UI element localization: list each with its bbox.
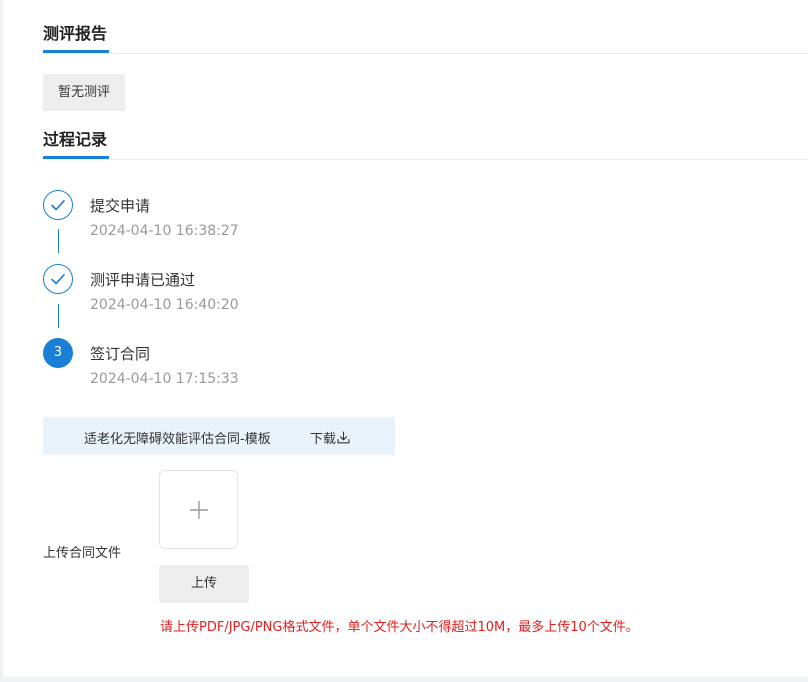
upload-button[interactable]: 上传 [159, 565, 249, 603]
download-link[interactable]: 下载 [310, 428, 350, 447]
step-3-time: 2024-04-10 17:15:33 [90, 371, 239, 387]
step-2-time: 2024-04-10 16:40:20 [90, 297, 239, 313]
no-report-button[interactable]: 暂无测评 [43, 74, 125, 111]
process-section-header: 过程记录 [43, 128, 808, 160]
report-section-title: 测评报告 [43, 22, 110, 53]
upload-contract-label: 上传合同文件 [43, 546, 122, 561]
download-label: 下载 [310, 432, 337, 447]
contract-template-bar: 适老化无障碍效能评估合同-模板 下载 [43, 417, 395, 455]
step-3-current-circle: 3 [43, 338, 73, 368]
template-name: 适老化无障碍效能评估合同-模板 [84, 432, 271, 447]
report-section-header: 测评报告 [43, 22, 808, 54]
step-1-done-circle [43, 190, 73, 220]
step-2-title: 测评申请已通过 [90, 271, 196, 289]
step-1-time: 2024-04-10 16:38:27 [90, 223, 239, 239]
upload-dropzone[interactable] [159, 470, 238, 549]
step-connector [58, 229, 59, 253]
process-section-title: 过程记录 [43, 128, 110, 159]
contract-panel: 测评报告 暂无测评 过程记录 提交申请 2024-04-10 16:38:27 … [3, 0, 808, 677]
download-icon [337, 431, 350, 444]
step-connector [58, 304, 59, 328]
step-3-title: 签订合同 [90, 345, 151, 363]
plus-icon [190, 501, 208, 519]
check-icon [51, 274, 65, 285]
check-icon [51, 200, 65, 211]
step-1-title: 提交申请 [90, 197, 151, 215]
upload-hint: 请上传PDF/JPG/PNG格式文件，单个文件大小不得超过10M，最多上传10个… [160, 620, 639, 635]
step-2-done-circle [43, 264, 73, 294]
